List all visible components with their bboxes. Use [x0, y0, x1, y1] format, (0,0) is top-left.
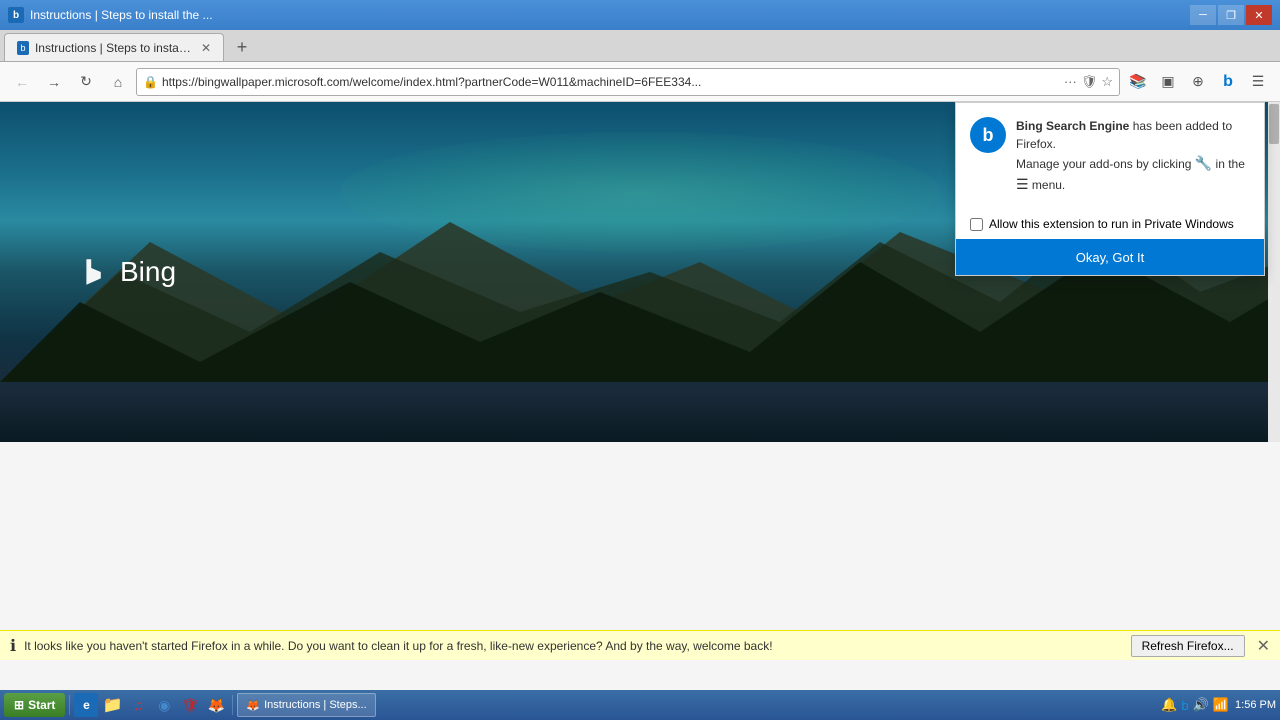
refresh-firefox-button[interactable]: Refresh Firefox...: [1131, 635, 1245, 657]
taskbar-separator: [69, 695, 70, 715]
notif-body-text: Manage your add-ons by clicking 🔧 in the…: [1016, 157, 1245, 192]
tab-label: Instructions | Steps to install the ...: [35, 41, 191, 55]
tray-network-icon2[interactable]: 📶: [1213, 697, 1229, 713]
tab-favicon: b: [17, 41, 29, 55]
shield-icon[interactable]: 🛡: [1081, 74, 1098, 90]
minimize-button[interactable]: ─: [1190, 5, 1216, 25]
more-options-icon[interactable]: ···: [1064, 74, 1077, 89]
info-icon: ℹ: [10, 636, 16, 656]
browser-favicon: b: [8, 7, 24, 23]
system-clock: 1:56 PM: [1235, 698, 1276, 712]
menu-button[interactable]: ☰: [1244, 68, 1272, 96]
url-text: https://bingwallpaper.microsoft.com/welc…: [162, 75, 1060, 89]
taskbar-app-label: Instructions | Steps...: [264, 699, 367, 711]
close-button[interactable]: ✕: [1246, 5, 1272, 25]
pocket-icon[interactable]: ⊕: [1184, 68, 1212, 96]
taskbar-right: 🔔 b 🔊 📶 1:56 PM: [1161, 697, 1276, 713]
address-bar[interactable]: 🔒 https://bingwallpaper.microsoft.com/we…: [136, 68, 1120, 96]
notif-text: Bing Search Engine has been added to Fir…: [1016, 117, 1250, 195]
nav-bar: ← → ↻ ⌂ 🔒 https://bingwallpaper.microsof…: [0, 62, 1280, 102]
ok-got-it-button[interactable]: Okay, Got It: [956, 239, 1264, 275]
notif-bold: Bing Search Engine: [1016, 119, 1129, 133]
start-button[interactable]: ⊞ Start: [4, 693, 65, 717]
tray-volume-icon[interactable]: 🔊: [1193, 697, 1209, 713]
forward-button[interactable]: →: [40, 68, 68, 96]
restore-button[interactable]: ❐: [1218, 5, 1244, 25]
taskbar-folder-icon[interactable]: 📁: [100, 693, 124, 717]
taskbar-chrome-icon[interactable]: ◉: [152, 693, 176, 717]
taskbar: ⊞ Start e 📁 ♫ ◉ 🛡 🦊 🦊 Instructions | Ste…: [0, 690, 1280, 720]
bottom-notif-close-button[interactable]: ✕: [1257, 636, 1270, 656]
bing-icon[interactable]: b: [1214, 68, 1242, 96]
scrollbar-thumb: [1269, 104, 1279, 144]
scrollbar[interactable]: [1268, 102, 1280, 442]
notification-popup: b Bing Search Engine has been added to F…: [955, 102, 1265, 276]
home-button[interactable]: ⌂: [104, 68, 132, 96]
start-icon: ⊞: [14, 698, 24, 712]
bottom-notification-bar: ℹ It looks like you haven't started Fire…: [0, 630, 1280, 660]
back-button[interactable]: ←: [8, 68, 36, 96]
bing-text: Bing: [120, 256, 176, 288]
bing-logo: Bing: [80, 256, 176, 288]
tab-bar: b Instructions | Steps to install the ..…: [0, 30, 1280, 62]
notif-body: b Bing Search Engine has been added to F…: [956, 103, 1264, 209]
window-controls: ─ ❐ ✕: [1190, 5, 1272, 25]
content-area: 🧩 Allow bingwallpaper.microsoft.com to i…: [0, 442, 1280, 690]
sidebar-icon[interactable]: ▣: [1154, 68, 1182, 96]
taskbar-firefox-app[interactable]: 🦊 Instructions | Steps...: [237, 693, 375, 717]
taskbar-app-icon: 🦊: [246, 699, 260, 712]
tab-close-button[interactable]: ✕: [201, 41, 211, 55]
browser-content: Bing b Bing Search Engine has been added…: [0, 102, 1280, 690]
reload-button[interactable]: ↻: [72, 68, 100, 96]
taskbar-ie-icon[interactable]: e: [74, 693, 98, 717]
tray-bing-icon[interactable]: b: [1181, 698, 1188, 713]
tray-network-icon[interactable]: 🔔: [1161, 697, 1177, 713]
notif-checkbox-row: Allow this extension to run in Private W…: [956, 209, 1264, 239]
bing-b-icon: [80, 256, 112, 288]
system-tray-icons: 🔔 b 🔊 📶: [1161, 697, 1229, 713]
bookmark-icon[interactable]: ☆: [1101, 74, 1113, 90]
taskbar-media-icon[interactable]: ♫: [126, 693, 150, 717]
taskbar-separator-2: [232, 695, 233, 715]
taskbar-firefox-icon[interactable]: 🦊: [204, 693, 228, 717]
private-windows-checkbox[interactable]: [970, 218, 983, 231]
bing-background: Bing b Bing Search Engine has been added…: [0, 102, 1280, 442]
title-bar: b Instructions | Steps to install the ..…: [0, 0, 1280, 30]
window-title: Instructions | Steps to install the ...: [30, 8, 1190, 22]
library-icon[interactable]: 📚: [1124, 68, 1152, 96]
active-tab[interactable]: b Instructions | Steps to install the ..…: [4, 33, 224, 61]
lock-icon: 🔒: [143, 75, 158, 89]
bottom-notif-text: It looks like you haven't started Firefo…: [24, 639, 772, 653]
private-windows-label: Allow this extension to run in Private W…: [989, 217, 1234, 231]
new-tab-button[interactable]: +: [228, 33, 256, 61]
taskbar-antivirus-icon[interactable]: 🛡: [178, 693, 202, 717]
notif-bing-icon: b: [970, 117, 1006, 153]
start-label: Start: [28, 698, 55, 712]
address-bar-icons: ··· 🛡 ☆: [1064, 74, 1113, 90]
nav-right-icons: 📚 ▣ ⊕ b ☰: [1124, 68, 1272, 96]
